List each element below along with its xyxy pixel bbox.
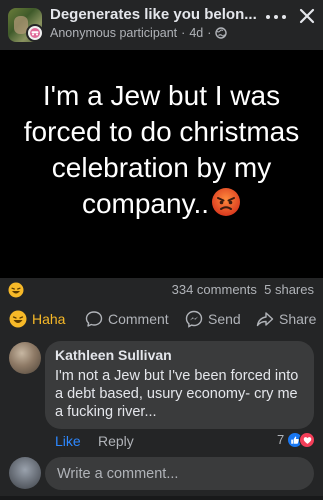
post-text: I'm a Jew but I was forced to do christm… xyxy=(23,80,300,219)
comment-text: I'm not a Jew but I've been forced into … xyxy=(55,368,299,420)
haha-icon[interactable] xyxy=(8,282,24,298)
shares-count[interactable]: 5 shares xyxy=(264,282,314,297)
separator-dot: · xyxy=(181,26,186,40)
haha-button[interactable]: Haha xyxy=(9,310,65,328)
angry-emoji xyxy=(212,188,241,216)
comment-label: Comment xyxy=(108,311,169,327)
comment-input[interactable] xyxy=(45,457,314,490)
comment-author[interactable]: Kathleen Sullivan xyxy=(55,347,172,363)
share-icon xyxy=(256,312,274,327)
comments-count[interactable]: 334 comments xyxy=(172,282,257,297)
haha-label: Haha xyxy=(32,311,66,327)
share-label: Share xyxy=(279,311,317,327)
avatar[interactable] xyxy=(9,457,41,489)
messenger-icon xyxy=(185,310,203,328)
send-label: Send xyxy=(208,311,241,327)
separator-dot: · xyxy=(207,26,212,40)
bottom-divider xyxy=(0,496,323,500)
author-name[interactable]: Anonymous participant xyxy=(50,26,177,40)
post-meta: Anonymous participant · 4d · xyxy=(50,26,228,40)
comment-like-button[interactable]: Like xyxy=(55,433,81,449)
post-content: I'm a Jew but I was forced to do christm… xyxy=(10,78,313,222)
close-icon[interactable] xyxy=(297,6,317,26)
send-button[interactable]: Send xyxy=(185,310,241,328)
haha-icon xyxy=(9,310,27,328)
avatar[interactable] xyxy=(9,342,41,374)
globe-icon xyxy=(215,27,228,39)
comment-button[interactable]: Comment xyxy=(85,310,169,328)
post-time[interactable]: 4d xyxy=(189,26,203,40)
reaction-count[interactable]: 7 xyxy=(277,432,284,447)
group-name[interactable]: Degenerates like you belon... xyxy=(50,6,262,23)
more-icon[interactable] xyxy=(266,10,286,24)
anonymous-icon xyxy=(26,24,44,42)
engagement-counts: 334 comments 5 shares xyxy=(172,282,314,297)
love-icon xyxy=(299,432,315,448)
comment-icon xyxy=(85,311,103,327)
comment-reply-button[interactable]: Reply xyxy=(98,433,134,449)
share-button[interactable]: Share xyxy=(256,310,316,328)
